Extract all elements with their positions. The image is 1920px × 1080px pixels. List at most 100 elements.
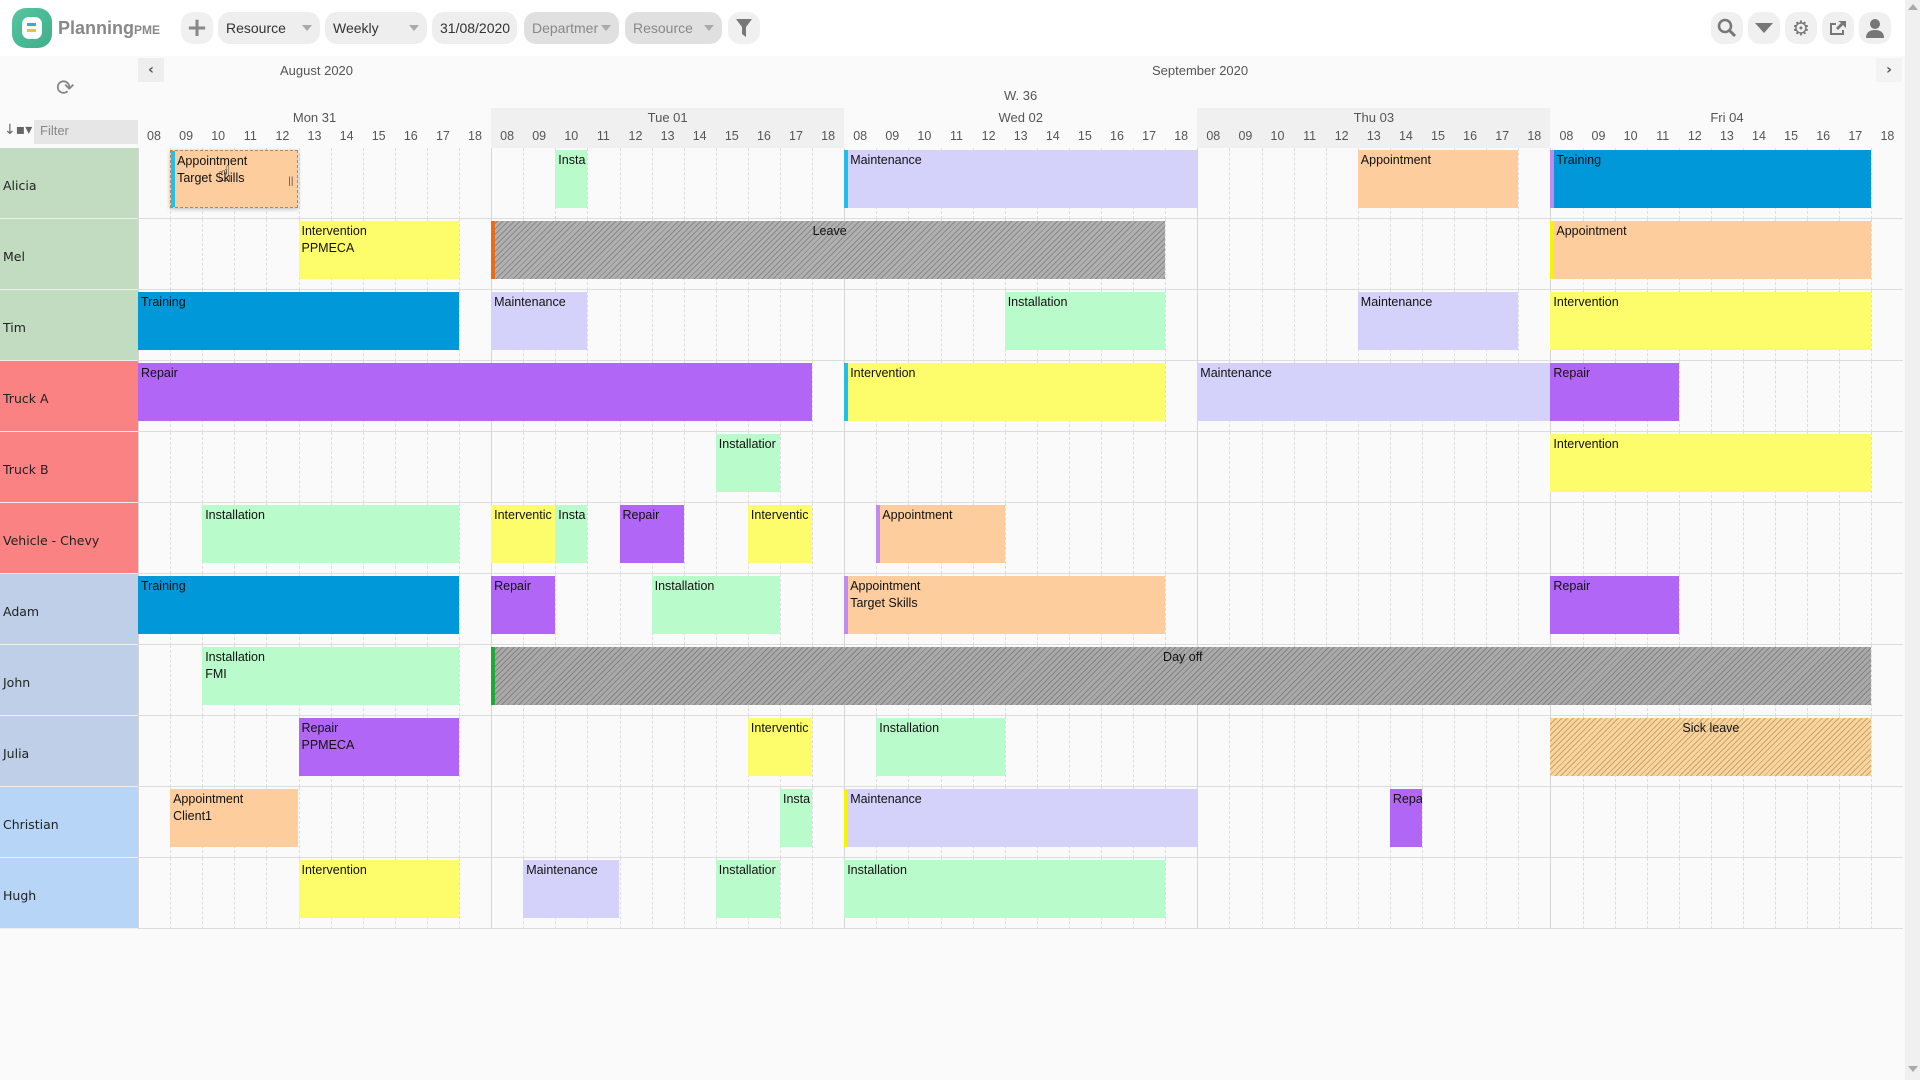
resource-row: Truck B Installatior Intervention [0, 432, 1903, 503]
grid-line [1197, 858, 1199, 929]
resource-label[interactable]: Christian [0, 787, 138, 858]
resource-lane[interactable]: Training Maintenance Installation Maintenan… [138, 290, 1903, 361]
filter-button[interactable] [728, 12, 760, 44]
event-title: Leave [812, 224, 847, 238]
event-installation[interactable]: Insta [780, 789, 813, 847]
event-installation[interactable]: Installation [1004, 292, 1166, 350]
event-appointment[interactable]: Appointment Target Skills || [170, 150, 299, 208]
vertical-scrollbar[interactable] [1905, 0, 1920, 1080]
add-button[interactable]: + [181, 12, 213, 44]
event-intervention[interactable]: Interventic [747, 505, 813, 563]
resource-label[interactable]: Truck B [0, 432, 138, 503]
resource-lane[interactable]: Appointment Client1 Insta Maintenance Repa [138, 787, 1903, 858]
resource-lane[interactable]: Installation Interventic Insta Repair Interv… [138, 503, 1903, 574]
resize-handle-icon[interactable]: || [288, 173, 293, 190]
refresh-icon[interactable]: ⟳ [56, 76, 74, 101]
scroll-down-icon[interactable] [1908, 1066, 1918, 1072]
resource-lane[interactable]: Training Repair Installation Appointment Tar… [138, 574, 1903, 645]
settings-button[interactable]: ⚙ [1785, 12, 1817, 44]
grid-line [1101, 503, 1102, 574]
event-installation[interactable]: Installation [651, 576, 780, 634]
resource-lane[interactable]: Intervention PPMECA Leave Appointment [138, 219, 1903, 290]
event-training[interactable]: Training [138, 576, 459, 634]
event-intervention[interactable]: Intervention PPMECA [298, 221, 459, 279]
event-title: Repair [1553, 579, 1591, 593]
resource-label[interactable]: Alicia [0, 148, 138, 219]
event-repair[interactable]: Repair [619, 505, 684, 563]
event-repair[interactable]: Repair [1550, 363, 1679, 421]
view-by-select[interactable]: Resource [218, 12, 320, 44]
event-appointment[interactable]: Appointment [1550, 221, 1872, 279]
event-repair[interactable]: Repair [138, 363, 813, 421]
event-installation[interactable]: Installation [876, 718, 1005, 776]
event-maintenance[interactable]: Maintenance [523, 860, 620, 918]
resource-label[interactable]: Hugh [0, 858, 138, 929]
hour-label: 18 [468, 129, 482, 143]
event-training[interactable]: Training [138, 292, 459, 350]
resource-lane[interactable]: Installation FMI Day off [138, 645, 1903, 716]
resource-filter-select[interactable]: Resource [625, 12, 722, 44]
grid-line [138, 432, 139, 503]
event-repair[interactable]: Repair PPMECA [298, 718, 459, 776]
event-installation[interactable]: Installation [844, 860, 1166, 918]
event-installation[interactable]: Installatior [715, 434, 780, 492]
resource-label[interactable]: Vehicle - Chevy [0, 503, 138, 574]
hour-label: 13 [1366, 129, 1381, 143]
event-repair[interactable]: Repa [1389, 789, 1422, 847]
event-maintenance[interactable]: Maintenance [1197, 363, 1551, 421]
event-maintenance[interactable]: Maintenance [491, 292, 588, 350]
resource-label[interactable]: Tim [0, 290, 138, 361]
search-button[interactable] [1711, 12, 1743, 44]
sort-icon[interactable]: ↓▪▾ [4, 122, 32, 138]
export-button[interactable] [1822, 12, 1854, 44]
event-intervention[interactable]: Intervention [1550, 434, 1872, 492]
event-intervention[interactable]: Interventic [747, 718, 813, 776]
resource-lane[interactable]: Repair Intervention Maintenance Repair [138, 361, 1903, 432]
resource-label[interactable]: Julia [0, 716, 138, 787]
event-appointment[interactable]: Appointment Client1 [170, 789, 299, 847]
resource-label[interactable]: Mel [0, 219, 138, 290]
event-repair[interactable]: Repair [1550, 576, 1679, 634]
grid-line [138, 716, 139, 787]
resource-lane[interactable]: Intervention Maintenance Installatior Insta… [138, 858, 1903, 929]
event-appointment[interactable]: Appointment [876, 505, 1005, 563]
event-sick-leave[interactable]: Sick leave [1550, 718, 1872, 776]
event-installation[interactable]: Insta [555, 150, 588, 208]
event-installation[interactable]: Installatior [715, 860, 780, 918]
user-button[interactable] [1859, 12, 1891, 44]
resource-label[interactable]: Adam [0, 574, 138, 645]
resource-lane[interactable]: Installatior Intervention [138, 432, 1903, 503]
event-leave[interactable]: Leave [491, 221, 1166, 279]
scroll-up-icon[interactable] [1908, 4, 1918, 10]
menu-dropdown-button[interactable] [1748, 12, 1780, 44]
event-appointment[interactable]: Appointment [1357, 150, 1519, 208]
resource-row: Christian Appointment Client1 Insta Maintena… [0, 787, 1903, 858]
app-logo[interactable]: PlanningPME [12, 8, 160, 48]
resource-label[interactable]: John [0, 645, 138, 716]
grid-line [651, 716, 653, 787]
event-appointment[interactable]: Appointment Target Skills [844, 576, 1166, 634]
period-select[interactable]: Weekly [325, 12, 427, 44]
event-installation[interactable]: Installation FMI [202, 647, 459, 705]
app-name: PlanningPME [58, 18, 160, 39]
event-intervention[interactable]: Intervention [298, 860, 459, 918]
hour-label: 08 [147, 129, 161, 143]
event-maintenance[interactable]: Maintenance [1357, 292, 1519, 350]
event-day-off[interactable]: Day off [491, 647, 1872, 705]
event-maintenance[interactable]: Maintenance [844, 789, 1198, 847]
event-installation[interactable]: Insta [555, 505, 588, 563]
resource-label[interactable]: Truck A [0, 361, 138, 432]
resource-lane[interactable]: Repair PPMECA Interventic Installation Sick … [138, 716, 1903, 787]
event-intervention[interactable]: Intervention [1550, 292, 1872, 350]
event-intervention[interactable]: Interventic [491, 505, 556, 563]
event-intervention[interactable]: Intervention [844, 363, 1166, 421]
event-training[interactable]: Training [1550, 150, 1872, 208]
date-picker[interactable]: 31/08/2020 [432, 12, 517, 44]
department-select[interactable]: Departmer [524, 12, 619, 44]
event-installation[interactable]: Installation [202, 505, 459, 563]
resource-lane[interactable]: Appointment Target Skills || Insta Maintenan… [138, 148, 1903, 219]
event-repair[interactable]: Repair [491, 576, 556, 634]
grid-line [1068, 432, 1070, 503]
resource-filter-input[interactable]: Filter [34, 120, 138, 144]
event-maintenance[interactable]: Maintenance [844, 150, 1198, 208]
